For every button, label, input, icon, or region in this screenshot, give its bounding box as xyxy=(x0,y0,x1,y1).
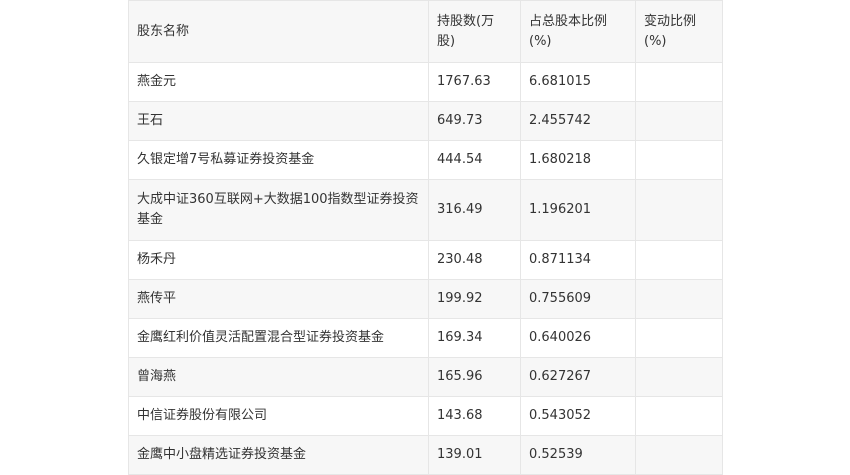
cell-shares: 230.48 xyxy=(428,240,521,280)
header-shares: 持股数(万股) xyxy=(428,0,521,63)
cell-shares: 444.54 xyxy=(428,140,521,180)
cell-change xyxy=(635,396,723,436)
cell-change xyxy=(635,279,723,319)
cell-name: 中信证券股份有限公司 xyxy=(128,396,429,436)
cell-name: 曾海燕 xyxy=(128,357,429,397)
table-row: 杨禾丹 230.48 0.871134 xyxy=(128,240,723,280)
table-row: 大成中证360互联网+大数据100指数型证券投资基金 316.49 1.1962… xyxy=(128,179,723,241)
cell-ratio: 0.755609 xyxy=(520,279,636,319)
table-row: 金鹰红利价值灵活配置混合型证券投资基金 169.34 0.640026 xyxy=(128,318,723,358)
cell-change xyxy=(635,179,723,241)
cell-shares: 169.34 xyxy=(428,318,521,358)
header-share-ratio: 占总股本比例(%) xyxy=(520,0,636,63)
cell-ratio: 6.681015 xyxy=(520,62,636,102)
cell-name: 金鹰中小盘精选证券投资基金 xyxy=(128,435,429,475)
cell-name: 杨禾丹 xyxy=(128,240,429,280)
table-row: 金鹰中小盘精选证券投资基金 139.01 0.52539 xyxy=(128,435,723,475)
cell-change xyxy=(635,318,723,358)
cell-ratio: 1.680218 xyxy=(520,140,636,180)
table-row: 王石 649.73 2.455742 xyxy=(128,101,723,141)
shareholder-table: 股东名称 持股数(万股) 占总股本比例(%) 变动比例(%) 燕金元 1767.… xyxy=(128,0,723,475)
table-header: 股东名称 持股数(万股) 占总股本比例(%) 变动比例(%) xyxy=(128,0,723,63)
cell-ratio: 2.455742 xyxy=(520,101,636,141)
cell-shares: 316.49 xyxy=(428,179,521,241)
cell-ratio: 0.640026 xyxy=(520,318,636,358)
cell-ratio: 0.627267 xyxy=(520,357,636,397)
header-change-ratio: 变动比例(%) xyxy=(635,0,723,63)
cell-name: 金鹰红利价值灵活配置混合型证券投资基金 xyxy=(128,318,429,358)
header-shareholder-name: 股东名称 xyxy=(128,0,429,63)
cell-shares: 143.68 xyxy=(428,396,521,436)
cell-shares: 1767.63 xyxy=(428,62,521,102)
table-row: 燕传平 199.92 0.755609 xyxy=(128,279,723,319)
cell-change xyxy=(635,62,723,102)
table-row: 久银定增7号私募证券投资基金 444.54 1.680218 xyxy=(128,140,723,180)
cell-shares: 649.73 xyxy=(428,101,521,141)
cell-ratio: 0.871134 xyxy=(520,240,636,280)
cell-name: 久银定增7号私募证券投资基金 xyxy=(128,140,429,180)
cell-name: 燕金元 xyxy=(128,62,429,102)
cell-shares: 165.96 xyxy=(428,357,521,397)
header-row: 股东名称 持股数(万股) 占总股本比例(%) 变动比例(%) xyxy=(128,0,723,63)
cell-name: 燕传平 xyxy=(128,279,429,319)
cell-change xyxy=(635,435,723,475)
table-row: 曾海燕 165.96 0.627267 xyxy=(128,357,723,397)
cell-change xyxy=(635,357,723,397)
cell-change xyxy=(635,140,723,180)
cell-ratio: 0.543052 xyxy=(520,396,636,436)
cell-ratio: 1.196201 xyxy=(520,179,636,241)
cell-change xyxy=(635,101,723,141)
cell-shares: 199.92 xyxy=(428,279,521,319)
cell-change xyxy=(635,240,723,280)
cell-shares: 139.01 xyxy=(428,435,521,475)
cell-name: 大成中证360互联网+大数据100指数型证券投资基金 xyxy=(128,179,429,241)
cell-name: 王石 xyxy=(128,101,429,141)
table-body: 燕金元 1767.63 6.681015 王石 649.73 2.455742 … xyxy=(128,62,723,475)
table-row: 中信证券股份有限公司 143.68 0.543052 xyxy=(128,396,723,436)
table-row: 燕金元 1767.63 6.681015 xyxy=(128,62,723,102)
shareholder-table-container: 股东名称 持股数(万股) 占总股本比例(%) 变动比例(%) 燕金元 1767.… xyxy=(128,0,723,475)
cell-ratio: 0.52539 xyxy=(520,435,636,475)
